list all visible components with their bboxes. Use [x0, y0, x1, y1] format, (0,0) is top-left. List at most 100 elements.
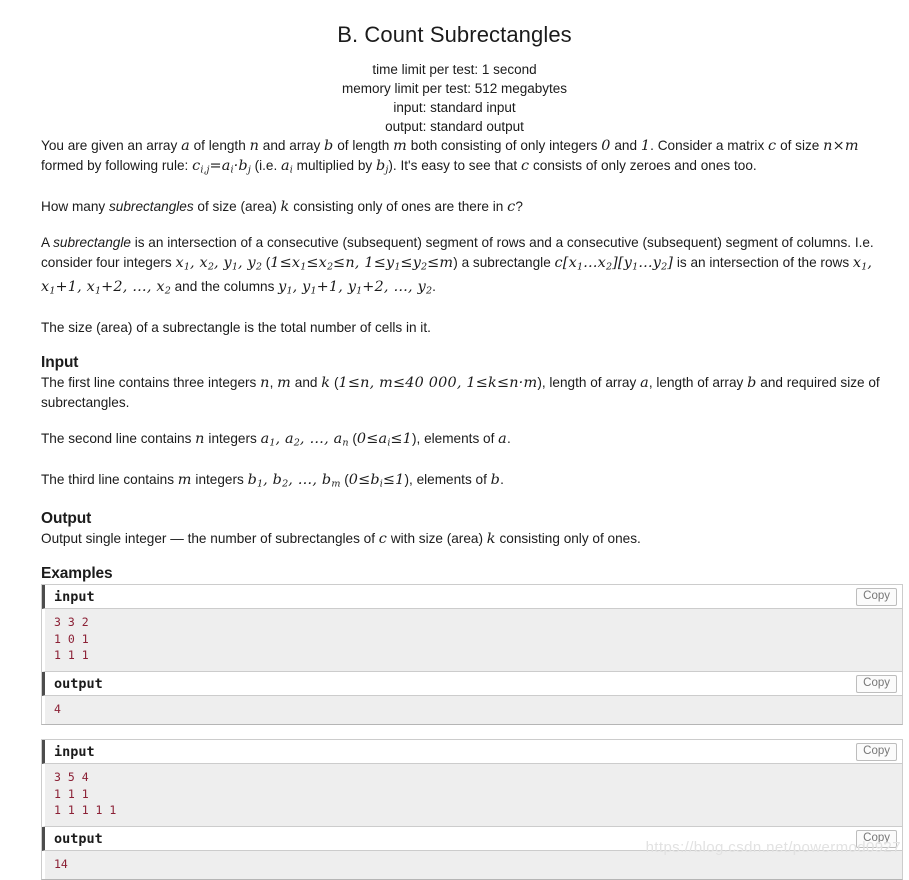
math-a-i: ai: [281, 158, 293, 176]
text-fragment: is an intersection of the rows: [673, 254, 853, 270]
problem-limits: time limit per test: 1 second memory lim…: [0, 60, 909, 136]
math-ellipsis: …: [638, 254, 653, 271]
math-b: b: [238, 158, 248, 174]
output-section-title: Output: [41, 510, 92, 528]
math-ellipsis: …: [309, 431, 325, 448]
math-y1: y1: [278, 279, 293, 298]
sample-test-2: input Copy 3 5 4 1 1 1 1 1 1 1 1 output …: [41, 739, 903, 880]
math-plus: +: [362, 279, 375, 296]
math-leq: ≤: [347, 375, 361, 392]
math-an: an: [333, 431, 349, 449]
math-leq: ≤: [393, 375, 406, 392]
math-x1: x1: [175, 254, 190, 273]
math-leq: ≤: [373, 254, 386, 271]
math-one: 1: [640, 138, 651, 154]
sample-input-data-2: 3 5 4 1 1 1 1 1 1 1 1: [42, 764, 902, 827]
math-leq: ≤: [390, 431, 403, 448]
math-y2: y2: [247, 254, 262, 273]
math-equals: =: [209, 158, 222, 174]
math-m: m: [277, 375, 292, 392]
text-fragment: of length: [333, 138, 394, 153]
emphasis-subrectangle: subrectangle: [53, 234, 131, 250]
input-spec: input: standard input: [393, 100, 516, 115]
math-ai: ai: [378, 431, 391, 449]
math-m: m: [177, 471, 192, 488]
math-x1: x1: [568, 254, 584, 273]
sample-input-header-1: input Copy: [42, 585, 902, 610]
math-n: n: [823, 138, 833, 154]
problem-statement: You are given an array a of length n and…: [0, 136, 909, 583]
math-n: n: [360, 375, 370, 392]
math-x1: x1: [852, 254, 868, 273]
math-m: m: [844, 138, 859, 154]
math-k: k: [321, 375, 331, 392]
math-a2: a2: [285, 431, 300, 449]
copy-output-button-1[interactable]: Copy: [856, 674, 897, 693]
math-b2: b2: [272, 471, 289, 490]
math-c-ij: ci,j: [192, 158, 209, 176]
math-leq: ≤: [279, 254, 292, 271]
memory-limit: memory limit per test: 512 megabytes: [341, 81, 568, 96]
page-title: B. Count Subrectangles: [337, 22, 572, 47]
math-leq: ≤: [475, 375, 489, 392]
sample-test-1: input Copy 3 3 2 1 0 1 1 1 1 output Copy…: [41, 584, 903, 726]
output-description: Output single integer — the number of su…: [41, 531, 641, 548]
output-label: output: [54, 675, 103, 692]
text-fragment: consisting only of ones are there in: [289, 198, 508, 214]
math-y2: y2: [412, 254, 428, 273]
text-fragment: and array: [259, 138, 325, 153]
math-constraint-value: 40 000: [405, 375, 457, 392]
math-n: n: [249, 138, 260, 154]
math-bi: bi: [370, 471, 383, 490]
math-a: a: [498, 431, 507, 448]
math-a-i: ai: [221, 158, 234, 176]
math-a: a: [640, 375, 649, 392]
math-y1: y1: [347, 279, 363, 298]
examples-section-title: Examples: [41, 565, 113, 583]
math-leq: ≤: [366, 431, 379, 448]
math-a: a: [221, 158, 231, 174]
math-x1: x1: [291, 254, 307, 273]
copy-input-button-1[interactable]: Copy: [856, 588, 897, 607]
math-y1: y1: [385, 254, 401, 273]
copy-input-button-2[interactable]: Copy: [856, 743, 897, 762]
problem-header: B. Count Subrectangles time limit per te…: [0, 0, 909, 136]
math-x2: x2: [318, 254, 334, 273]
watermark: https://blog.csdn.net/powermod0927: [645, 839, 901, 856]
math-ellipsis: …: [132, 279, 147, 296]
math-ellipsis: …: [393, 279, 409, 296]
math-k: k: [486, 531, 496, 548]
text-fragment: of length: [189, 138, 250, 153]
math-n: n: [195, 431, 205, 448]
input-line-3: The third line contains m integers b1, b…: [41, 471, 504, 490]
math-n: n: [345, 254, 355, 271]
math-leq: ≤: [427, 254, 440, 271]
text-fragment: of size: [776, 138, 824, 153]
input-line-2: The second line contains n integers a1, …: [41, 431, 511, 449]
math-c: c: [378, 531, 388, 548]
math-ellipsis: …: [583, 254, 598, 271]
text-fragment: You are given an array: [41, 138, 182, 153]
math-k: k: [488, 375, 497, 392]
math-times: ×: [832, 138, 845, 154]
math-leq: ≤: [333, 254, 346, 271]
math-leq: ≤: [496, 375, 510, 392]
output-label: output: [54, 830, 103, 847]
math-c: c: [520, 158, 530, 174]
output-spec: output: standard output: [385, 119, 524, 134]
text-fragment: ). It's easy to see that: [388, 158, 521, 173]
text-fragment: and the columns: [170, 279, 279, 295]
text-fragment: and: [610, 138, 641, 153]
sample-input-header-2: input Copy: [42, 740, 902, 765]
math-leq: ≤: [358, 471, 371, 488]
math-a1: a1: [260, 431, 276, 449]
math-x1: x1: [86, 279, 102, 298]
math-b: b: [375, 158, 386, 174]
math-plus: +: [55, 279, 68, 296]
sample-input-data-1: 3 3 2 1 0 1 1 1 1: [42, 609, 902, 672]
math-m: m: [439, 254, 454, 271]
input-label: input: [54, 589, 95, 606]
math-y2: y2: [417, 279, 433, 298]
math-y1: y1: [623, 254, 639, 273]
sample-output-header-1: output Copy: [42, 671, 902, 696]
